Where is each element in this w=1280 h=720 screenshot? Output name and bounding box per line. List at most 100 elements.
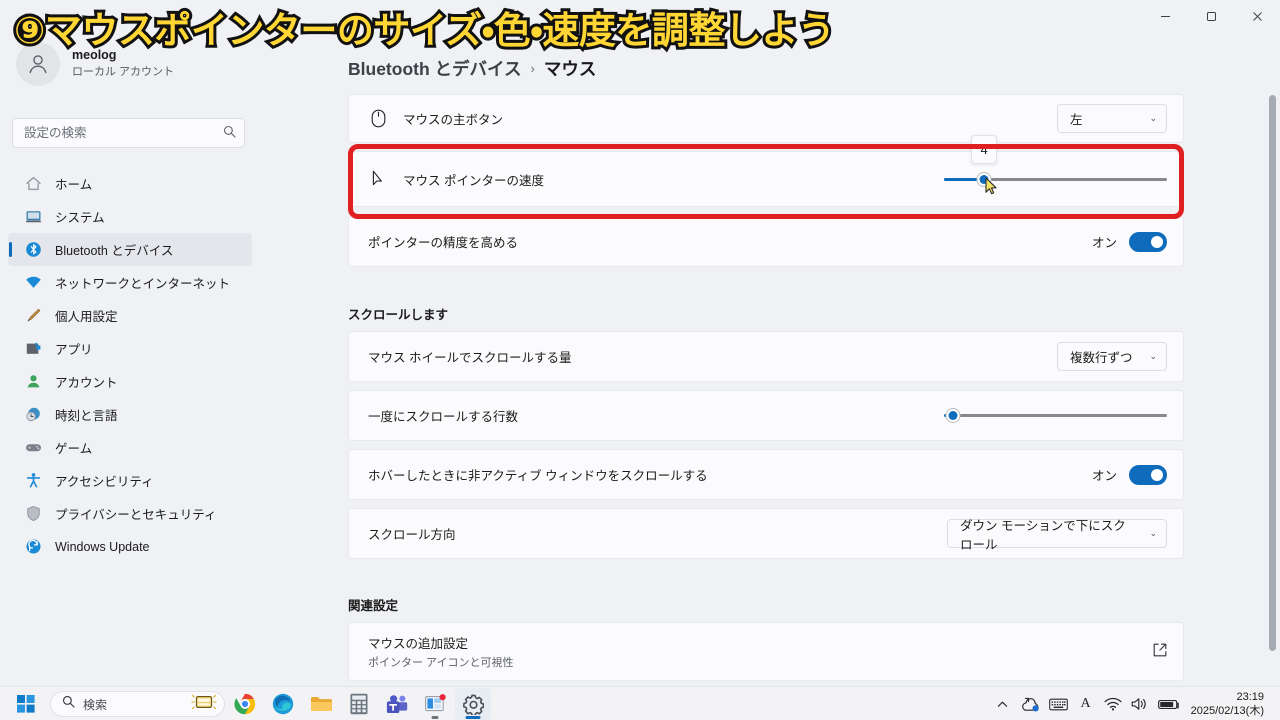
edge-icon[interactable] (265, 688, 301, 720)
network-icon (24, 274, 42, 292)
lines-to-scroll-label: 一度にスクロールする行数 (368, 410, 519, 424)
breadcrumb-root[interactable]: Bluetooth とデバイス (348, 56, 521, 81)
search-icon (62, 695, 75, 713)
sidebar-item-label: 時刻と言語 (55, 409, 118, 423)
primary-button-label: マウスの主ボタン (403, 113, 504, 127)
search-input[interactable] (24, 126, 223, 140)
sidebar-item-label: 個人用設定 (55, 310, 118, 324)
sidebar-item-gaming[interactable]: ゲーム (8, 431, 252, 464)
ime-mode-icon[interactable]: A (1073, 689, 1099, 719)
chrome-icon[interactable] (227, 688, 263, 720)
lines-to-scroll-slider[interactable] (944, 405, 1167, 427)
primary-button-card[interactable]: マウスの主ボタン 左 ⌄ (348, 94, 1184, 143)
sidebar-item-personalization[interactable]: 個人用設定 (8, 299, 252, 332)
taskbar-left-group: 検索 (8, 687, 491, 720)
sidebar-item-windows-update[interactable]: Windows Update (8, 530, 252, 563)
keyboard-icon[interactable] (191, 693, 217, 716)
clock-time: 23:19 (1236, 691, 1264, 703)
enhance-precision-label: ポインターの精度を高める (368, 236, 519, 250)
volume-icon[interactable] (1127, 689, 1153, 719)
home-icon (24, 175, 42, 193)
search-icon (223, 125, 236, 141)
taskbar: 検索 A 23:19 2025/02/13(木) (0, 686, 1280, 720)
pointer-speed-label: マウス ポインターの速度 (403, 173, 544, 188)
sidebar-item-time-language[interactable]: 時刻と言語 (8, 398, 252, 431)
settings-icon[interactable] (455, 688, 491, 720)
pointer-speed-card[interactable]: マウス ポインターの速度 4 (348, 135, 1184, 207)
sidebar-item-network-internet[interactable]: ネットワークとインターネット (8, 266, 252, 299)
enhance-precision-state: オン (1091, 236, 1117, 250)
onedrive-sync-icon[interactable] (1017, 689, 1044, 719)
scroll-direction-card[interactable]: スクロール方向 ダウン モーションで下にスクロール ⌄ (348, 508, 1184, 559)
primary-button-value: 左 (1070, 113, 1083, 127)
sidebar-item-apps[interactable]: アプリ (8, 332, 252, 365)
sidebar-item-accessibility[interactable]: アクセシビリティ (8, 464, 252, 497)
wifi-icon[interactable] (1100, 689, 1126, 719)
bluetooth-icon (24, 241, 42, 259)
taskbar-search-box[interactable]: 検索 (50, 691, 225, 717)
vertical-scrollbar[interactable] (1269, 95, 1276, 651)
settings-search-box[interactable] (12, 118, 245, 148)
sidebar-item-label: アクセシビリティ (55, 475, 154, 489)
time-language-icon (24, 406, 42, 424)
file-explorer-icon[interactable] (303, 688, 339, 720)
store-icon[interactable] (417, 688, 453, 720)
sidebar-item-system[interactable]: システム (8, 200, 252, 233)
chevron-right-icon: › (530, 61, 535, 76)
sidebar-nav: ホーム システム Bluetooth とデバイス ネットワークとインターネット … (8, 167, 252, 563)
sidebar-item-label: ホーム (55, 178, 93, 192)
start-button[interactable] (8, 688, 44, 720)
show-hidden-icons-chevron[interactable] (990, 689, 1016, 719)
content-area: Bluetooth とデバイス › マウス マウスの主ボタン 左 ⌄ マウス ポ… (280, 32, 1280, 686)
personalization-icon (24, 307, 42, 325)
slider-thumb[interactable] (945, 408, 961, 423)
taskbar-tray: A 23:19 2025/02/13(木) (990, 687, 1272, 720)
wheel-scroll-card[interactable]: マウス ホイールでスクロールする量 複数行ずつ ⌄ (348, 331, 1184, 382)
ime-mode-label: A (1080, 696, 1091, 711)
settings-window: meolog ローカル アカウント ホーム (0, 0, 1280, 686)
scroll-inactive-toggle[interactable] (1129, 464, 1167, 485)
calculator-icon[interactable] (341, 688, 377, 720)
sidebar-item-accounts[interactable]: アカウント (8, 365, 252, 398)
wheel-scroll-label: マウス ホイールでスクロールする量 (368, 351, 572, 365)
additional-mouse-settings-card[interactable]: マウスの追加設定 ポインター アイコンと可視性 (348, 622, 1184, 681)
enhance-precision-card[interactable]: ポインターの精度を高める オン (348, 216, 1184, 267)
teams-icon[interactable] (379, 688, 415, 720)
pointer-speed-slider[interactable]: 4 (944, 135, 1167, 195)
battery-icon[interactable] (1154, 689, 1184, 719)
primary-button-dropdown[interactable]: 左 ⌄ (1057, 104, 1167, 133)
system-icon (24, 208, 42, 226)
scroll-direction-label: スクロール方向 (368, 528, 456, 542)
wheel-scroll-value: 複数行ずつ (1070, 351, 1133, 365)
maximize-button[interactable] (1188, 0, 1234, 32)
minimize-button[interactable] (1142, 0, 1188, 32)
additional-mouse-sub: ポインター アイコンと可視性 (368, 657, 514, 669)
mouse-cursor-pointer (985, 177, 997, 195)
clock[interactable]: 23:19 2025/02/13(木) (1185, 688, 1272, 720)
sidebar-item-privacy-security[interactable]: プライバシーとセキュリティ (8, 497, 252, 530)
related-section-title: 関連設定 (348, 599, 399, 613)
chevron-down-icon: ⌄ (1149, 113, 1157, 123)
video-overlay-title: ⑨マウスポインターのサイズ・色・速度を調整しよう (11, 6, 838, 55)
sidebar-item-home[interactable]: ホーム (8, 167, 252, 200)
mouse-icon (368, 109, 388, 128)
apps-icon (24, 340, 42, 358)
external-link-icon[interactable] (1153, 643, 1167, 660)
lines-to-scroll-card[interactable]: 一度にスクロールする行数 (348, 390, 1184, 441)
enhance-precision-toggle[interactable] (1129, 231, 1167, 252)
wheel-scroll-dropdown[interactable]: 複数行ずつ ⌄ (1057, 342, 1167, 371)
sidebar-item-bluetooth-devices[interactable]: Bluetooth とデバイス (8, 233, 252, 266)
scroll-direction-dropdown[interactable]: ダウン モーションで下にスクロール ⌄ (947, 519, 1167, 552)
pointer-arrow-icon (368, 170, 388, 188)
slider-value-tooltip: 4 (971, 135, 998, 164)
scroll-inactive-label: ホバーしたときに非アクティブ ウィンドウをスクロールする (368, 469, 708, 483)
touch-keyboard-icon[interactable] (1045, 689, 1072, 719)
close-button[interactable] (1234, 0, 1280, 32)
gaming-icon (24, 439, 42, 457)
scroll-inactive-card[interactable]: ホバーしたときに非アクティブ ウィンドウをスクロールする オン (348, 449, 1184, 500)
accounts-icon (24, 373, 42, 391)
sidebar: meolog ローカル アカウント ホーム (0, 0, 280, 686)
scroll-inactive-state: オン (1091, 469, 1117, 483)
chevron-down-icon: ⌄ (1149, 351, 1157, 361)
privacy-icon (24, 505, 42, 523)
